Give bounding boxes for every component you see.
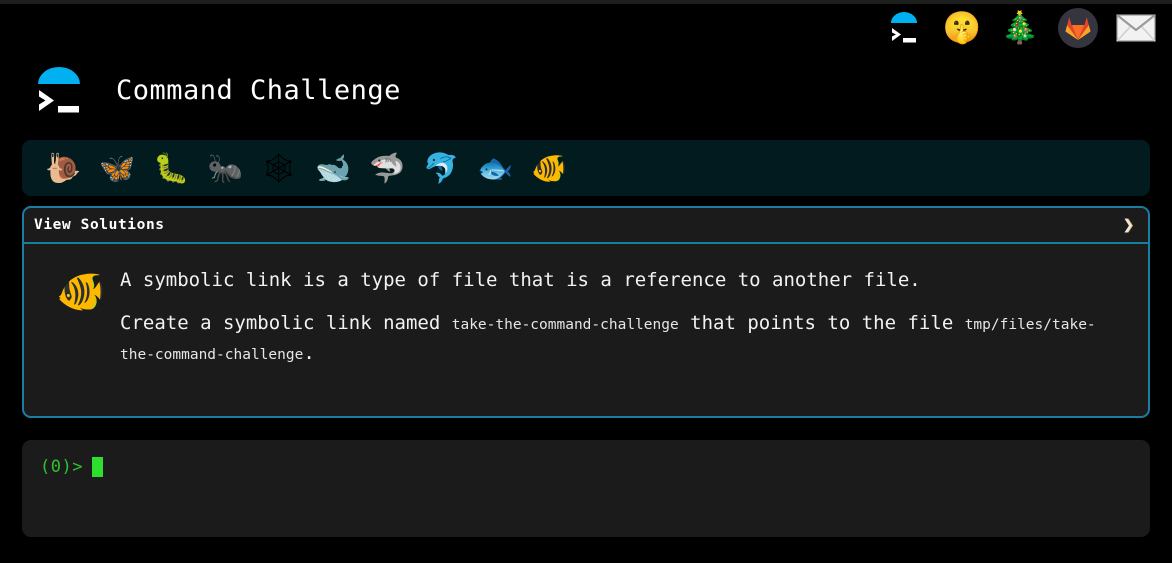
gitlab-icon bbox=[1058, 8, 1098, 48]
site-header: Command Challenge bbox=[28, 62, 401, 118]
terminal-line: (0)> bbox=[40, 456, 1132, 478]
topnav-gitlab-icon[interactable] bbox=[1058, 8, 1098, 48]
chevron-right-icon: ❯ bbox=[1122, 213, 1134, 236]
progress-ant-icon[interactable]: 🐜 bbox=[200, 146, 250, 190]
page-top-edge bbox=[0, 0, 1172, 4]
terminal-logo-icon bbox=[891, 12, 917, 43]
progress-tropical-fish-icon[interactable]: 🐠 bbox=[524, 146, 574, 190]
progress-dolphin-icon[interactable]: 🐬 bbox=[416, 146, 466, 190]
challenge-line-1: A symbolic link is a type of file that i… bbox=[120, 269, 921, 291]
challenge-tropical-fish-icon: 🐠 bbox=[56, 269, 106, 315]
terminal-panel[interactable]: (0)> bbox=[22, 440, 1150, 537]
challenge-text-part-2: that points to the file bbox=[678, 312, 965, 335]
progress-spider-web-icon[interactable]: 🕸 bbox=[254, 146, 304, 190]
page-root: 🤫 🎄 Command Challenge 🐌 🦋 🐛 🐜 🕸 🐋 🦈 🐬 🐟 … bbox=[0, 0, 1172, 563]
challenge-progress-bar: 🐌 🦋 🐛 🐜 🕸 🐋 🦈 🐬 🐟 🐠 bbox=[22, 140, 1150, 196]
challenge-description: A symbolic link is a type of file that i… bbox=[120, 258, 1130, 368]
topnav-shushing-face-icon[interactable]: 🤫 bbox=[942, 8, 982, 48]
progress-shark-icon[interactable]: 🦈 bbox=[362, 146, 412, 190]
topnav-terminal-logo-icon[interactable] bbox=[884, 8, 924, 48]
progress-caterpillar-icon[interactable]: 🐛 bbox=[146, 146, 196, 190]
challenge-text-part-3: . bbox=[303, 341, 315, 364]
terminal-prompt-icon bbox=[38, 67, 80, 113]
progress-whale-icon[interactable]: 🐋 bbox=[308, 146, 358, 190]
top-navigation: 🤫 🎄 bbox=[884, 6, 1156, 50]
topnav-christmas-tree-icon[interactable]: 🎄 bbox=[1000, 8, 1040, 48]
terminal-input[interactable] bbox=[106, 456, 1132, 478]
progress-butterfly-icon[interactable]: 🦋 bbox=[92, 146, 142, 190]
view-solutions-label: View Solutions bbox=[34, 217, 165, 233]
challenge-text-part-1: Create a symbolic link named bbox=[120, 312, 452, 335]
challenge-code-link-name: take-the-command-challenge bbox=[451, 317, 679, 334]
challenge-body: 🐠 A symbolic link is a type of file that… bbox=[24, 244, 1148, 378]
site-logo[interactable] bbox=[28, 62, 90, 118]
terminal-cursor bbox=[91, 457, 103, 477]
progress-fish-icon[interactable]: 🐟 bbox=[470, 146, 520, 190]
terminal-prompt: (0)> bbox=[40, 457, 83, 477]
page-title: Command Challenge bbox=[116, 74, 401, 106]
topnav-envelope-icon[interactable] bbox=[1116, 8, 1156, 48]
view-solutions-toggle[interactable]: View Solutions ❯ bbox=[24, 208, 1148, 244]
envelope-icon bbox=[1116, 14, 1156, 42]
challenge-line-2: Create a symbolic link named take-the-co… bbox=[120, 309, 1130, 368]
challenge-panel: View Solutions ❯ 🐠 A symbolic link is a … bbox=[22, 206, 1150, 418]
progress-snail-icon[interactable]: 🐌 bbox=[38, 146, 88, 190]
